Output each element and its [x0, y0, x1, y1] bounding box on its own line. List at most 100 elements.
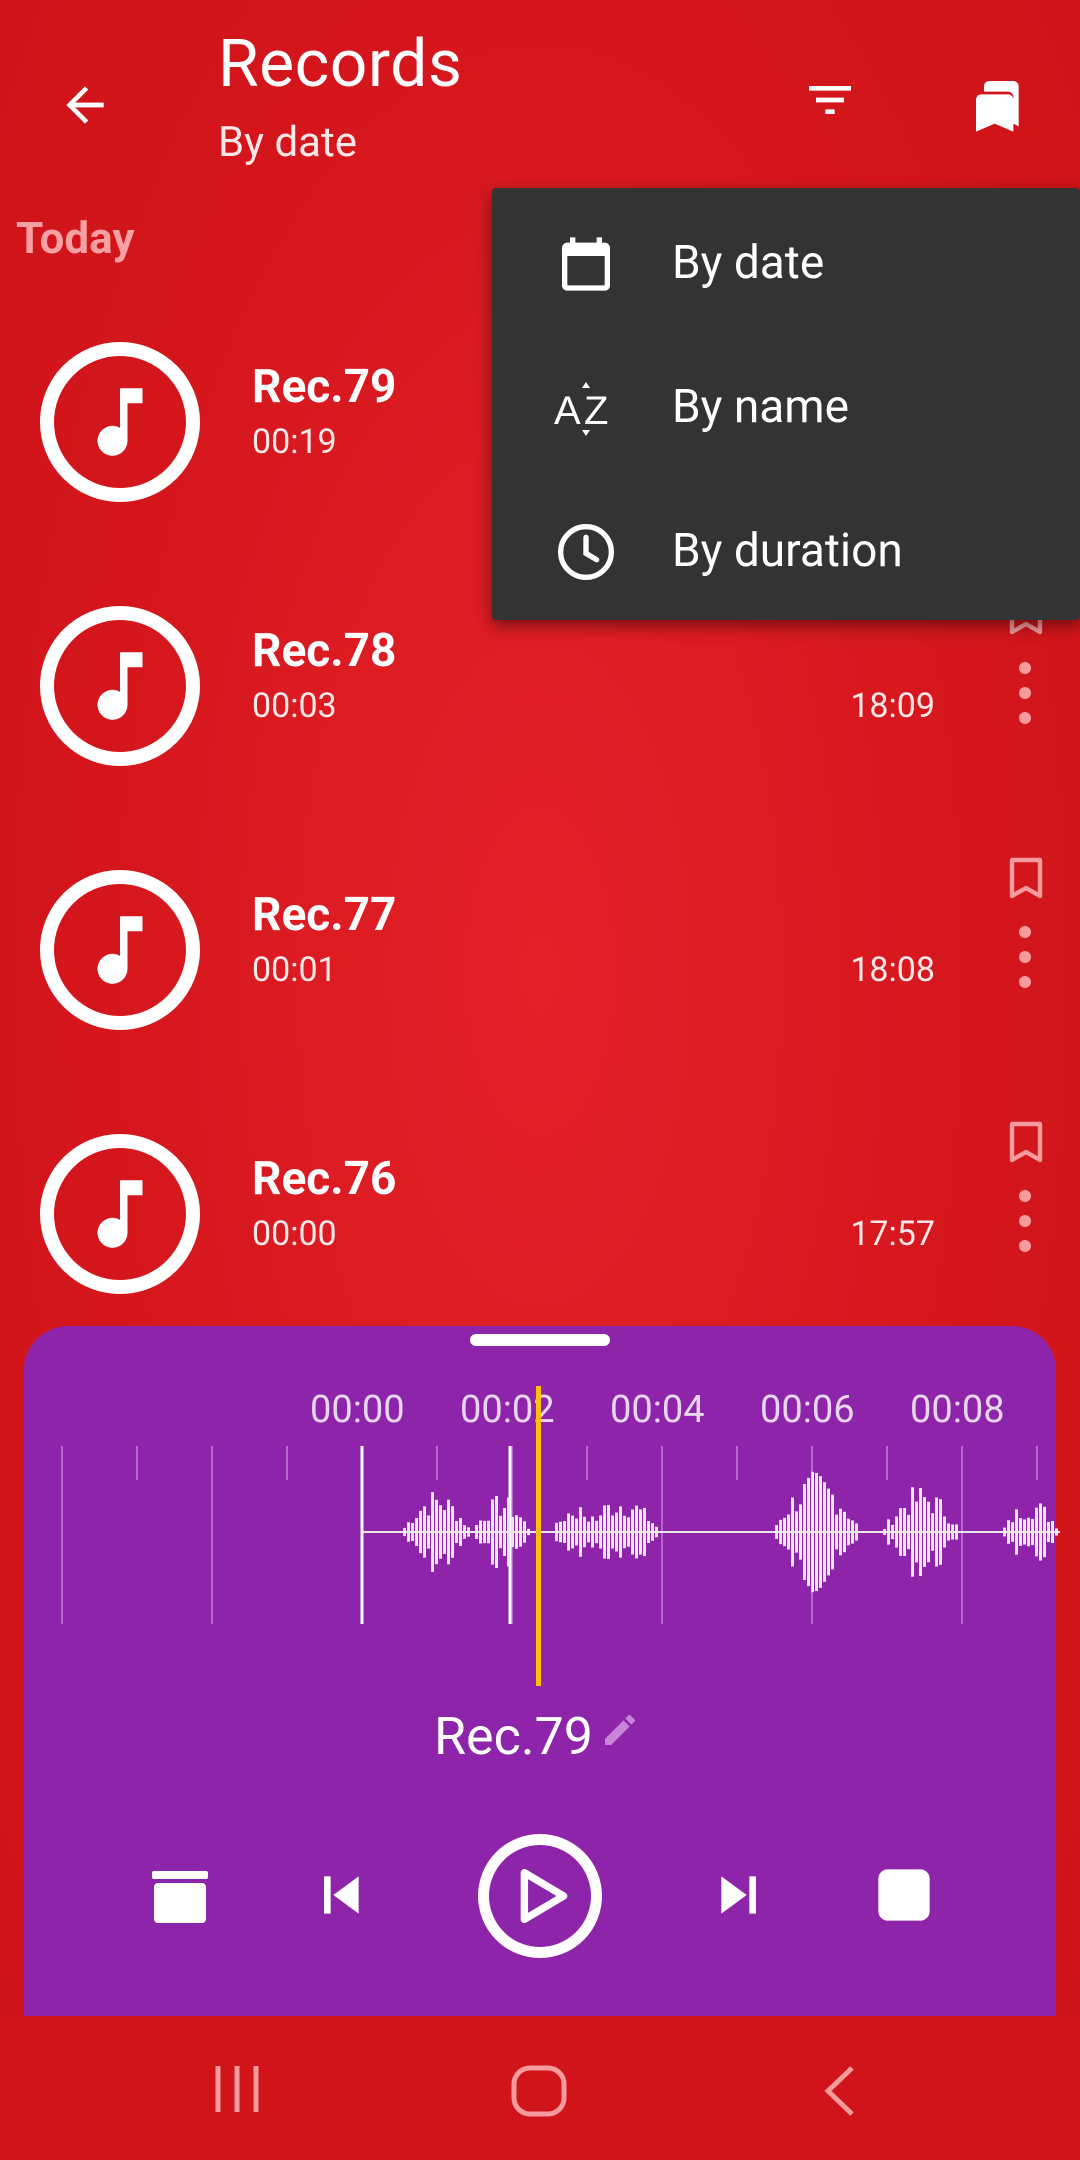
waveform-bar	[1035, 1507, 1038, 1557]
play-button[interactable]	[478, 1834, 602, 1958]
list-item[interactable]: Rec.77 00:01 18:08	[0, 820, 1080, 1084]
calendar-icon	[562, 237, 610, 291]
waveform-bar	[943, 1516, 946, 1548]
music-note-icon	[40, 1134, 200, 1294]
record-duration: 00:19	[252, 422, 337, 462]
record-time: 18:08	[850, 950, 935, 990]
playhead[interactable]	[536, 1386, 541, 1686]
waveform-bar	[1051, 1521, 1054, 1543]
timeline-label: 00:08	[910, 1388, 1005, 1432]
previous-button[interactable]	[300, 1860, 380, 1930]
back-button[interactable]	[40, 60, 130, 150]
waveform-bar	[427, 1515, 430, 1549]
waveform-bar	[819, 1476, 822, 1588]
waveform-bar	[503, 1508, 506, 1556]
waveform-bar	[923, 1497, 926, 1567]
waveform-bar	[411, 1523, 414, 1541]
waveform-bar	[439, 1505, 442, 1559]
waveform-bar	[835, 1514, 838, 1550]
section-header-today: Today	[16, 212, 135, 264]
music-note-icon	[40, 870, 200, 1030]
waveform-bar	[795, 1511, 798, 1553]
waveform-bar	[931, 1513, 934, 1551]
stop-button[interactable]	[864, 1860, 944, 1930]
waveform-bar	[907, 1514, 910, 1550]
waveform-bar	[483, 1520, 486, 1544]
drag-handle[interactable]	[470, 1334, 610, 1346]
waveform-bar	[883, 1529, 886, 1535]
waveform-bar	[799, 1504, 802, 1560]
waveform-bar	[1019, 1518, 1022, 1546]
waveform-bar	[419, 1510, 422, 1554]
waveform-bar	[955, 1524, 958, 1540]
recent-apps-icon[interactable]	[212, 2064, 262, 2114]
waveform-bar	[443, 1509, 446, 1555]
waveform-grid	[61, 1446, 1038, 1624]
bookmarks-icon	[976, 81, 1019, 132]
menu-item-by-date[interactable]: By date	[492, 188, 1080, 332]
waveform-bar	[1043, 1506, 1046, 1558]
waveform-bar	[1011, 1522, 1014, 1542]
waveform-bar	[447, 1499, 450, 1565]
waveform-bar	[475, 1524, 478, 1540]
waveform-bar	[887, 1519, 890, 1545]
menu-item-label: By name	[672, 380, 849, 434]
record-time: 18:09	[850, 686, 935, 726]
waveform-bar	[499, 1515, 502, 1549]
edit-icon[interactable]	[600, 1710, 640, 1750]
more-options-button[interactable]	[1010, 662, 1040, 732]
menu-item-by-duration[interactable]: By duration	[492, 476, 1080, 620]
bookmarks-button[interactable]	[955, 60, 1045, 150]
waveform-bar	[595, 1520, 598, 1544]
record-duration: 00:00	[252, 1214, 337, 1254]
stop-icon	[878, 1869, 930, 1921]
next-button[interactable]	[700, 1860, 780, 1930]
waveform-bar	[1039, 1503, 1042, 1561]
az-sort-icon: A Z	[554, 382, 608, 436]
home-icon[interactable]	[510, 2064, 568, 2118]
waveform-bar	[591, 1516, 594, 1548]
more-options-button[interactable]	[1010, 1190, 1040, 1260]
waveform-bar	[843, 1511, 846, 1553]
waveform-bar	[927, 1501, 930, 1563]
filter-icon	[809, 86, 851, 114]
nav-back-icon[interactable]	[820, 2064, 860, 2118]
waveform-bar	[1027, 1517, 1030, 1547]
waveform-bar	[451, 1506, 454, 1558]
svg-text:A: A	[554, 389, 581, 433]
waveform-bar	[435, 1499, 438, 1565]
delete-button[interactable]	[140, 1860, 220, 1930]
waveform-bar	[603, 1505, 606, 1559]
waveform-bar	[783, 1517, 786, 1547]
delete-icon	[152, 1871, 208, 1923]
record-name: Rec.76	[252, 1152, 397, 1206]
bookmark-icon[interactable]	[1006, 856, 1046, 900]
waveform-bar	[615, 1512, 618, 1552]
waveform-bar	[527, 1528, 530, 1536]
waveform-bar	[1023, 1519, 1026, 1545]
waveform-bar	[651, 1523, 654, 1541]
record-time: 17:57	[850, 1214, 935, 1254]
waveform-bar	[639, 1509, 642, 1555]
waveform-bar	[523, 1521, 526, 1543]
bookmark-icon[interactable]	[1006, 1120, 1046, 1164]
waveform-bar	[891, 1524, 894, 1540]
waveform-bar	[631, 1509, 634, 1555]
waveform-bar	[511, 1516, 514, 1548]
waveform-bar	[459, 1517, 462, 1547]
waveform-bar	[407, 1522, 410, 1542]
waveform-bar	[487, 1520, 490, 1544]
waveform-bar	[415, 1518, 418, 1546]
play-icon	[520, 1869, 568, 1923]
list-item[interactable]: Rec.76 00:00 17:57	[0, 1084, 1080, 1348]
sort-button[interactable]	[790, 60, 870, 140]
menu-item-by-name[interactable]: A Z By name	[492, 332, 1080, 476]
waveform-bar	[515, 1515, 518, 1549]
waveform-bar	[1031, 1518, 1034, 1546]
waveform-bar	[575, 1518, 578, 1546]
menu-item-label: By date	[672, 236, 825, 290]
waveform-bar	[643, 1507, 646, 1557]
more-options-button[interactable]	[1010, 926, 1040, 996]
waveform-bar	[467, 1527, 470, 1537]
waveform-bar	[655, 1526, 658, 1538]
